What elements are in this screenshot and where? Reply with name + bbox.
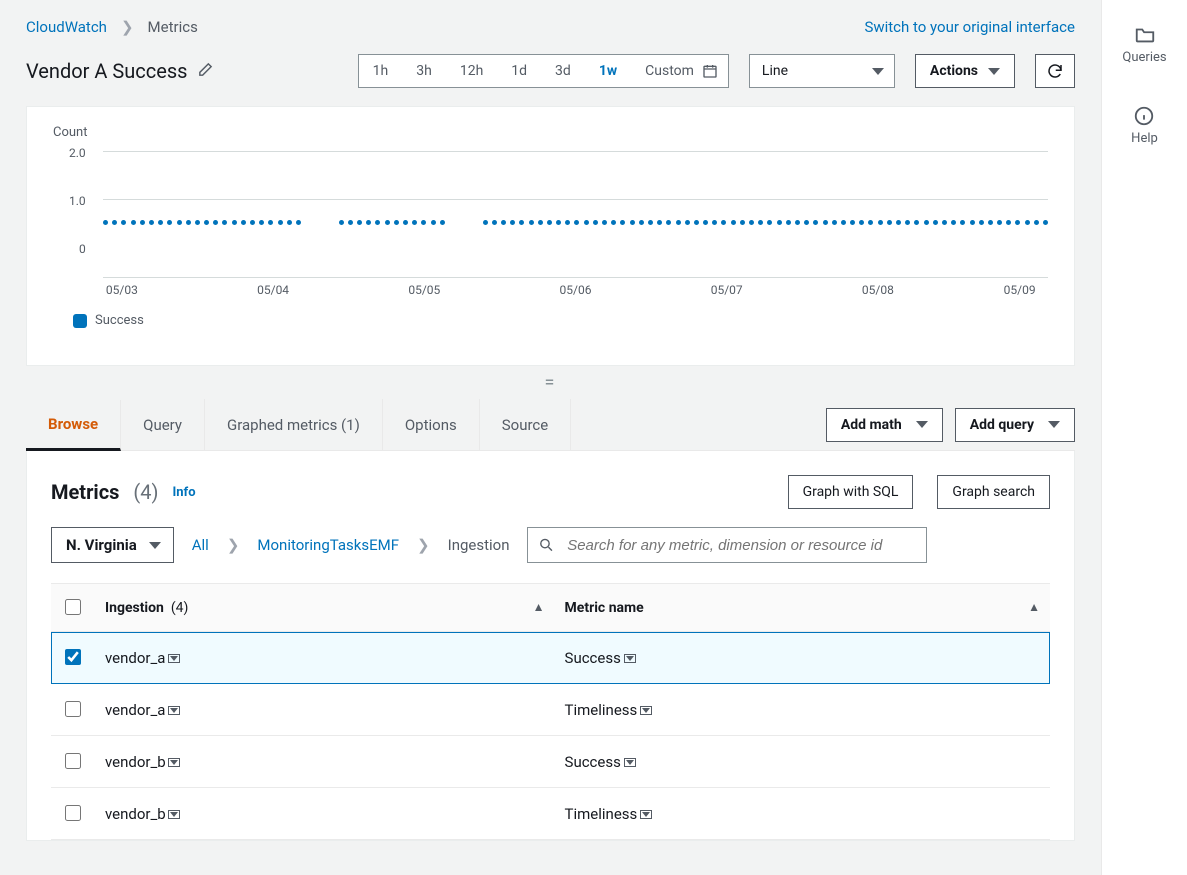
range-3h[interactable]: 3h (402, 55, 446, 87)
chevron-right-icon: ❯ (417, 536, 430, 554)
add-query-button[interactable]: Add query (955, 408, 1075, 442)
actions-button[interactable]: Actions (915, 54, 1015, 88)
crumb-all[interactable]: All (192, 536, 209, 554)
cell-ingestion[interactable]: vendor_b (95, 788, 555, 840)
caret-down-icon (988, 68, 1000, 75)
caret-down-icon (170, 760, 178, 765)
cell-metric[interactable]: Timeliness (555, 788, 1050, 840)
chart-type-select[interactable]: Line (749, 54, 895, 88)
metrics-title: Metrics (51, 480, 119, 504)
chart-legend: Success (73, 313, 1048, 328)
cell-metric[interactable]: Success (555, 632, 1050, 684)
caret-down-icon (916, 421, 928, 428)
metrics-search[interactable] (527, 527, 927, 563)
caret-down-icon (642, 708, 650, 713)
range-1d[interactable]: 1d (497, 55, 541, 87)
folder-icon (1134, 24, 1156, 46)
chevron-right-icon: ❯ (121, 18, 134, 36)
crumb-namespace[interactable]: MonitoringTasksEMF (257, 536, 399, 554)
caret-down-icon (1048, 421, 1060, 428)
range-1h[interactable]: 1h (359, 55, 403, 87)
calendar-icon (702, 63, 718, 79)
graph-with-sql-button[interactable]: Graph with SQL (788, 475, 914, 509)
edit-title-icon[interactable] (197, 59, 214, 83)
region-select[interactable]: N. Virginia (51, 527, 174, 563)
caret-down-icon (626, 760, 634, 765)
sort-icon: ▲ (533, 600, 545, 614)
table-row[interactable]: vendor_b Timeliness (51, 788, 1050, 840)
legend-label: Success (95, 313, 144, 328)
sort-icon: ▲ (1028, 600, 1040, 614)
range-1w[interactable]: 1w (585, 55, 631, 87)
chart-x-ticks: 05/03 05/04 05/05 05/06 05/07 05/08 05/0… (103, 283, 1048, 303)
caret-down-icon (642, 812, 650, 817)
breadcrumb-root[interactable]: CloudWatch (26, 18, 107, 36)
rail-queries[interactable]: Queries (1122, 24, 1166, 65)
time-range-picker: 1h 3h 12h 1d 3d 1w Custom (358, 54, 729, 88)
refresh-icon (1046, 62, 1064, 80)
graph-search-button[interactable]: Graph search (937, 475, 1050, 509)
tab-graphed[interactable]: Graphed metrics (1) (205, 399, 383, 450)
caret-down-icon (170, 708, 178, 713)
add-math-button[interactable]: Add math (826, 408, 943, 442)
row-checkbox[interactable] (65, 805, 81, 821)
ytick: 1.0 (69, 194, 86, 208)
switch-interface-link[interactable]: Switch to your original interface (864, 18, 1075, 36)
metrics-count: (4) (133, 480, 158, 504)
chart-series-success (103, 220, 1048, 226)
search-icon (538, 536, 555, 554)
crumb-dimension: Ingestion (448, 536, 510, 554)
right-rail: Queries Help (1101, 0, 1187, 875)
range-3d[interactable]: 3d (541, 55, 585, 87)
cell-ingestion[interactable]: vendor_b (95, 736, 555, 788)
metric-chart: Count 2.0 1.0 0 05/03 05/04 05/05 05/06 … (26, 106, 1075, 366)
resize-handle[interactable]: = (0, 366, 1101, 395)
cell-metric[interactable]: Timeliness (555, 684, 1050, 736)
metrics-table: Ingestion (4) ▲ Metric name ▲ vendor_a S… (51, 583, 1050, 840)
page-title: Vendor A Success (26, 59, 214, 83)
table-row[interactable]: vendor_a Timeliness (51, 684, 1050, 736)
row-checkbox[interactable] (65, 649, 81, 665)
legend-swatch (73, 314, 87, 328)
table-row[interactable]: vendor_b Success (51, 736, 1050, 788)
breadcrumb-current: Metrics (148, 18, 198, 36)
caret-down-icon (170, 656, 178, 661)
range-custom[interactable]: Custom (631, 55, 728, 87)
cell-ingestion[interactable]: vendor_a (95, 684, 555, 736)
tab-query[interactable]: Query (121, 399, 205, 450)
info-icon (1133, 105, 1155, 127)
table-row[interactable]: vendor_a Success (51, 632, 1050, 684)
col-select-all[interactable] (51, 584, 95, 632)
ytick: 2.0 (69, 146, 86, 160)
col-metric-name[interactable]: Metric name ▲ (555, 584, 1050, 632)
ytick: 0 (79, 242, 86, 256)
tab-browse[interactable]: Browse (26, 400, 121, 451)
range-12h[interactable]: 12h (446, 55, 497, 87)
row-checkbox[interactable] (65, 753, 81, 769)
refresh-button[interactable] (1035, 54, 1075, 88)
cell-metric[interactable]: Success (555, 736, 1050, 788)
rail-help[interactable]: Help (1131, 105, 1158, 146)
caret-down-icon (170, 812, 178, 817)
metrics-info-link[interactable]: Info (172, 485, 195, 500)
caret-down-icon (626, 656, 634, 661)
cell-ingestion[interactable]: vendor_a (95, 632, 555, 684)
row-checkbox[interactable] (65, 701, 81, 717)
metrics-browser: Metrics (4) Info Graph with SQL Graph se… (26, 451, 1075, 841)
chart-y-label: Count (53, 125, 1048, 140)
tab-source[interactable]: Source (480, 399, 571, 450)
caret-down-icon (149, 542, 161, 549)
caret-down-icon (872, 68, 884, 75)
chevron-right-icon: ❯ (227, 536, 240, 554)
tab-options[interactable]: Options (383, 399, 480, 450)
metrics-search-input[interactable] (565, 536, 916, 555)
col-ingestion[interactable]: Ingestion (4) ▲ (95, 584, 555, 632)
